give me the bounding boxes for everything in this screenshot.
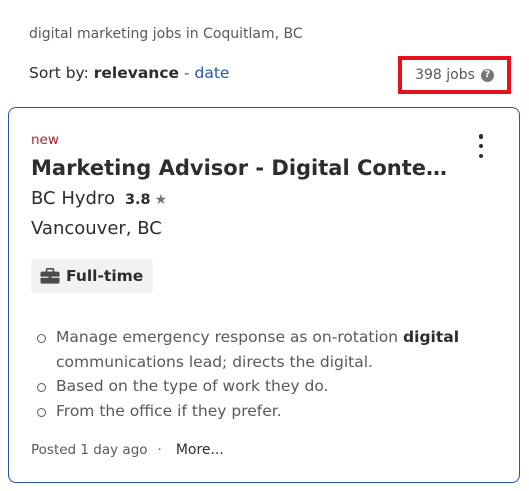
job-type-tag: Full-time <box>31 259 154 293</box>
sort-relevance: relevance <box>93 64 180 82</box>
job-location: Vancouver, BC <box>31 218 162 239</box>
snippet-keyword: digital <box>403 328 460 346</box>
sort-by-label: Sort by: <box>29 64 89 82</box>
job-card[interactable]: new Marketing Advisor - Digital Content … <box>8 107 520 483</box>
job-footer: Posted 1 day ago · More... <box>31 442 224 458</box>
rating-value: 3.8 <box>124 192 151 208</box>
company-name: BC Hydro <box>31 188 115 209</box>
kebab-dot <box>478 143 484 149</box>
company-row: BC Hydro 3.8 ★ <box>31 188 167 209</box>
posted-date: Posted 1 day ago <box>31 442 148 458</box>
job-count: 398 jobs <box>415 67 475 83</box>
company-rating: 3.8 ★ <box>125 192 167 208</box>
briefcase-icon <box>40 268 60 284</box>
kebab-dot <box>478 134 484 139</box>
more-options-icon[interactable] <box>471 132 491 160</box>
more-link[interactable]: More... <box>176 442 224 458</box>
snippet-text: communications lead; directs the digital… <box>56 352 373 371</box>
new-badge: new <box>31 132 59 148</box>
search-summary: digital marketing jobs in Coquitlam, BC <box>29 26 303 42</box>
job-snippet: Manage emergency response as on-rotation… <box>37 325 477 423</box>
snippet-item: Manage emergency response as on-rotation… <box>37 325 477 374</box>
job-type-label: Full-time <box>66 267 144 285</box>
star-icon: ★ <box>154 192 168 208</box>
sort-controls: Sort by: relevance - date <box>29 64 229 82</box>
snippet-item: From the office if they prefer. <box>37 399 477 424</box>
kebab-dot <box>478 153 484 158</box>
snippet-text: Manage emergency response as on-rotation <box>56 328 399 346</box>
job-count-highlight: 398 jobs ? <box>398 56 511 94</box>
footer-separator: · <box>157 442 162 458</box>
help-icon[interactable]: ? <box>480 68 494 82</box>
sort-separator: - <box>183 64 190 82</box>
sort-date-link[interactable]: date <box>195 64 230 82</box>
snippet-item: Based on the type of work they do. <box>37 374 477 399</box>
job-title[interactable]: Marketing Advisor - Digital Content Spec… <box>31 156 451 180</box>
